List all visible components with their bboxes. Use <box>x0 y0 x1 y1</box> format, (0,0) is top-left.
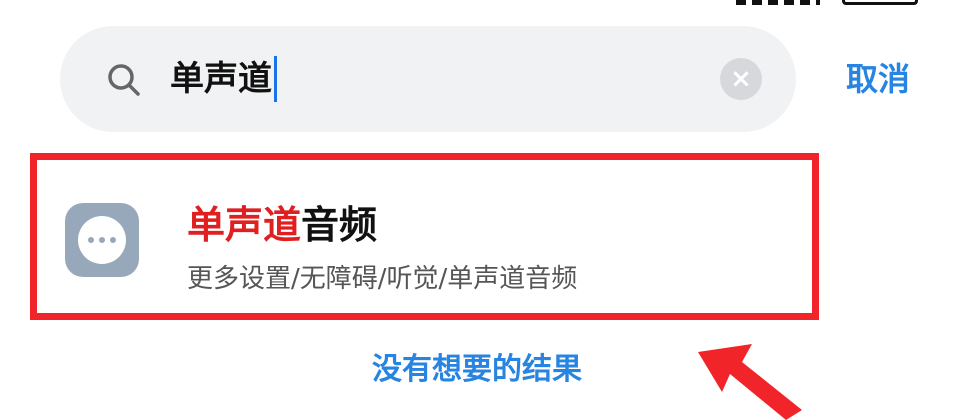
result-title-highlight: 单声道 <box>187 203 302 247</box>
result-path: 更多设置/无障碍/听觉/单声道音频 <box>187 264 578 294</box>
result-title: 单声道音频 <box>187 194 377 249</box>
result-title-rest: 音频 <box>301 203 378 247</box>
annotation-arrow-icon <box>698 344 802 420</box>
clear-button[interactable]: × <box>720 58 762 100</box>
search-icon <box>108 64 140 96</box>
search-bar[interactable]: 单声道 × <box>60 26 796 132</box>
more-settings-icon <box>65 203 139 277</box>
search-result-item[interactable]: 单声道音频 更多设置/无障碍/听觉/单声道音频 <box>30 153 819 320</box>
search-query-text: 单声道 <box>170 59 272 99</box>
no-result-link[interactable]: 没有想要的结果 <box>372 344 582 388</box>
battery-icon <box>842 0 918 5</box>
ellipsis-icon <box>78 216 126 264</box>
search-input[interactable]: 单声道 <box>170 52 277 106</box>
clear-icon: × <box>730 64 752 94</box>
text-caret <box>274 56 277 102</box>
cancel-button[interactable]: 取消 <box>846 52 910 106</box>
signal-icon <box>736 0 820 5</box>
status-icons <box>736 0 918 5</box>
